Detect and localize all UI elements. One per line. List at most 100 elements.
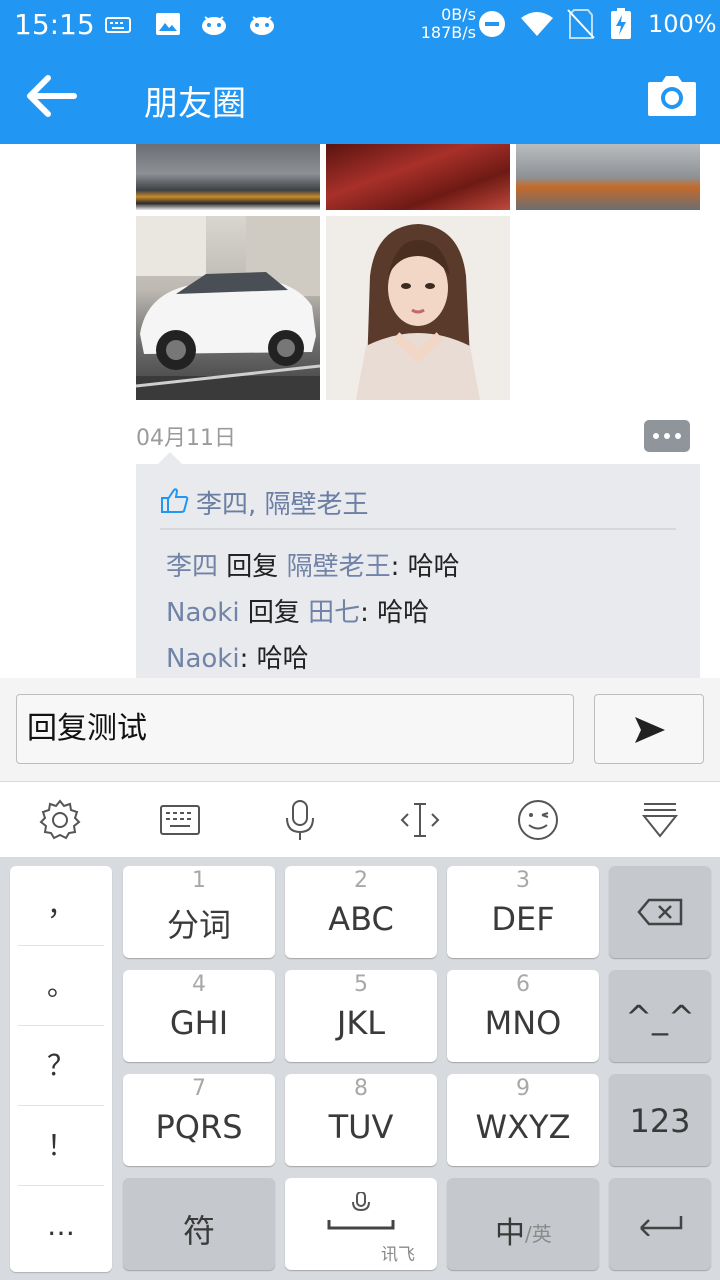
net-up-speed: 187B/s [420, 23, 476, 42]
wifi-icon [521, 12, 553, 36]
key-number: 1 [192, 868, 206, 893]
reply-verb: 回复 [226, 552, 279, 582]
post-photo[interactable] [136, 144, 320, 210]
page-title: 朋友圈 [144, 84, 246, 124]
key-label: ABC [328, 900, 394, 938]
punct-comma[interactable]: ， [18, 866, 104, 946]
key-number: 7 [192, 1076, 206, 1101]
key-label: ^_^ [625, 998, 695, 1036]
punct-period[interactable]: 。 [18, 946, 104, 1026]
moments-feed[interactable]: 04月11日 李四, 隔壁老王 李四 回复 隔壁老王: 哈哈 Naoki 回复 … [0, 144, 720, 678]
enter-icon [640, 1216, 683, 1236]
key-7[interactable]: 7 PQRS [123, 1074, 275, 1166]
key-3[interactable]: 3 DEF [447, 866, 599, 958]
post-photo[interactable] [326, 144, 510, 210]
key-2[interactable]: 2 ABC [285, 866, 437, 958]
image-notification-icon [156, 13, 180, 35]
key-number: 8 [354, 1076, 368, 1101]
key-label: 符 [182, 1212, 215, 1250]
backspace-icon [637, 898, 683, 926]
symbols-key[interactable]: 符 [123, 1178, 275, 1270]
comment-text: : 哈哈 [239, 644, 309, 674]
reply-verb: 回复 [247, 598, 300, 628]
comment-item[interactable]: Naoki 回复 田七: 哈哈 [166, 592, 429, 629]
reply-target[interactable]: 隔壁老王 [287, 552, 391, 582]
app-bar: 朋友圈 [0, 48, 720, 144]
space-brand: 讯飞 [381, 1245, 415, 1265]
microphone-icon[interactable] [278, 798, 322, 842]
key-number: 2 [354, 868, 368, 893]
comment-item[interactable]: Naoki: 哈哈 [166, 638, 309, 675]
key-6[interactable]: 6 MNO [447, 970, 599, 1062]
comment-author[interactable]: 李四 [166, 552, 218, 582]
likes-names[interactable]: 李四, 隔壁老王 [196, 484, 369, 521]
language-key[interactable]: 中 /英 [447, 1178, 599, 1270]
reply-bar: 回复测试 [0, 678, 720, 782]
key-label: TUV [328, 1108, 394, 1146]
arrow-left-icon[interactable] [22, 70, 82, 122]
backspace-key[interactable] [609, 866, 711, 958]
android-notification-icon [250, 16, 274, 35]
send-icon [635, 717, 665, 743]
punct-exclaim[interactable]: ！ [18, 1106, 104, 1186]
key-label: DEF [491, 900, 555, 938]
gear-icon[interactable] [38, 798, 82, 842]
emoji-icon[interactable] [516, 798, 560, 842]
comment-text: : 哈哈 [360, 598, 430, 628]
key-number: 5 [354, 972, 368, 997]
key-9[interactable]: 9 WXYZ [447, 1074, 599, 1166]
cursor-icon[interactable] [398, 798, 442, 842]
key-number: 6 [516, 972, 530, 997]
dot [653, 433, 659, 439]
lang-main: 中 [495, 1216, 525, 1251]
punct-ellipsis[interactable]: … [18, 1186, 104, 1266]
emoticon-key[interactable]: ^_^ [609, 970, 711, 1062]
dot [664, 433, 670, 439]
reply-target[interactable]: 田七 [308, 598, 360, 628]
comment-item[interactable]: 李四 回复 隔壁老王: 哈哈 [166, 546, 460, 583]
car-image [136, 216, 320, 400]
divider [160, 528, 676, 530]
comment-author[interactable]: Naoki [166, 598, 240, 628]
punct-question[interactable]: ？ [18, 1026, 104, 1106]
post-photo[interactable] [326, 216, 510, 400]
key-1[interactable]: 1 分词 [123, 866, 275, 958]
battery-percent: 100% [648, 10, 717, 38]
android-notification-icon [202, 16, 226, 35]
more-options-button[interactable] [644, 420, 690, 452]
keyboard: ， 。 ？ ！ … 1 分词 2 ABC 3 DEF 4 GHI 5 JKL 6… [0, 858, 720, 1280]
key-label: JKL [336, 1004, 386, 1042]
reply-input[interactable]: 回复测试 [16, 694, 574, 764]
enter-key[interactable] [609, 1178, 711, 1270]
status-bar: 15:15 0B/s 187B/s 100% [0, 0, 720, 48]
thumbs-up-icon [161, 488, 189, 513]
camera-icon[interactable] [644, 68, 700, 124]
post-photo[interactable] [136, 216, 320, 400]
keyboard-icon[interactable] [158, 798, 202, 842]
ime-toolbar [0, 782, 720, 858]
collapse-icon[interactable] [638, 798, 682, 842]
net-down-speed: 0B/s [441, 5, 476, 24]
send-button[interactable] [594, 694, 704, 764]
key-label: PQRS [155, 1108, 243, 1146]
comment-box: 李四, 隔壁老王 李四 回复 隔壁老王: 哈哈 Naoki 回复 田七: 哈哈 … [136, 452, 700, 678]
key-label: MNO [484, 1004, 562, 1042]
comment-author[interactable]: Naoki [166, 644, 240, 674]
key-8[interactable]: 8 TUV [285, 1074, 437, 1166]
battery-charging-icon [611, 8, 631, 39]
key-label: GHI [169, 1004, 229, 1042]
numbers-key[interactable]: 123 [609, 1074, 711, 1166]
dnd-icon [479, 11, 505, 37]
portrait-image [356, 224, 480, 400]
comment-text: : 哈哈 [390, 552, 460, 582]
lang-alt: /英 [525, 1222, 552, 1246]
no-sim-icon [567, 9, 595, 39]
dot [675, 433, 681, 439]
space-key[interactable]: 讯飞 [285, 1178, 437, 1270]
post-date: 04月11日 [136, 426, 236, 451]
key-label: WXYZ [475, 1108, 571, 1146]
key-4[interactable]: 4 GHI [123, 970, 275, 1062]
post-photo[interactable] [516, 144, 700, 210]
key-label: 123 [629, 1102, 691, 1140]
key-5[interactable]: 5 JKL [285, 970, 437, 1062]
